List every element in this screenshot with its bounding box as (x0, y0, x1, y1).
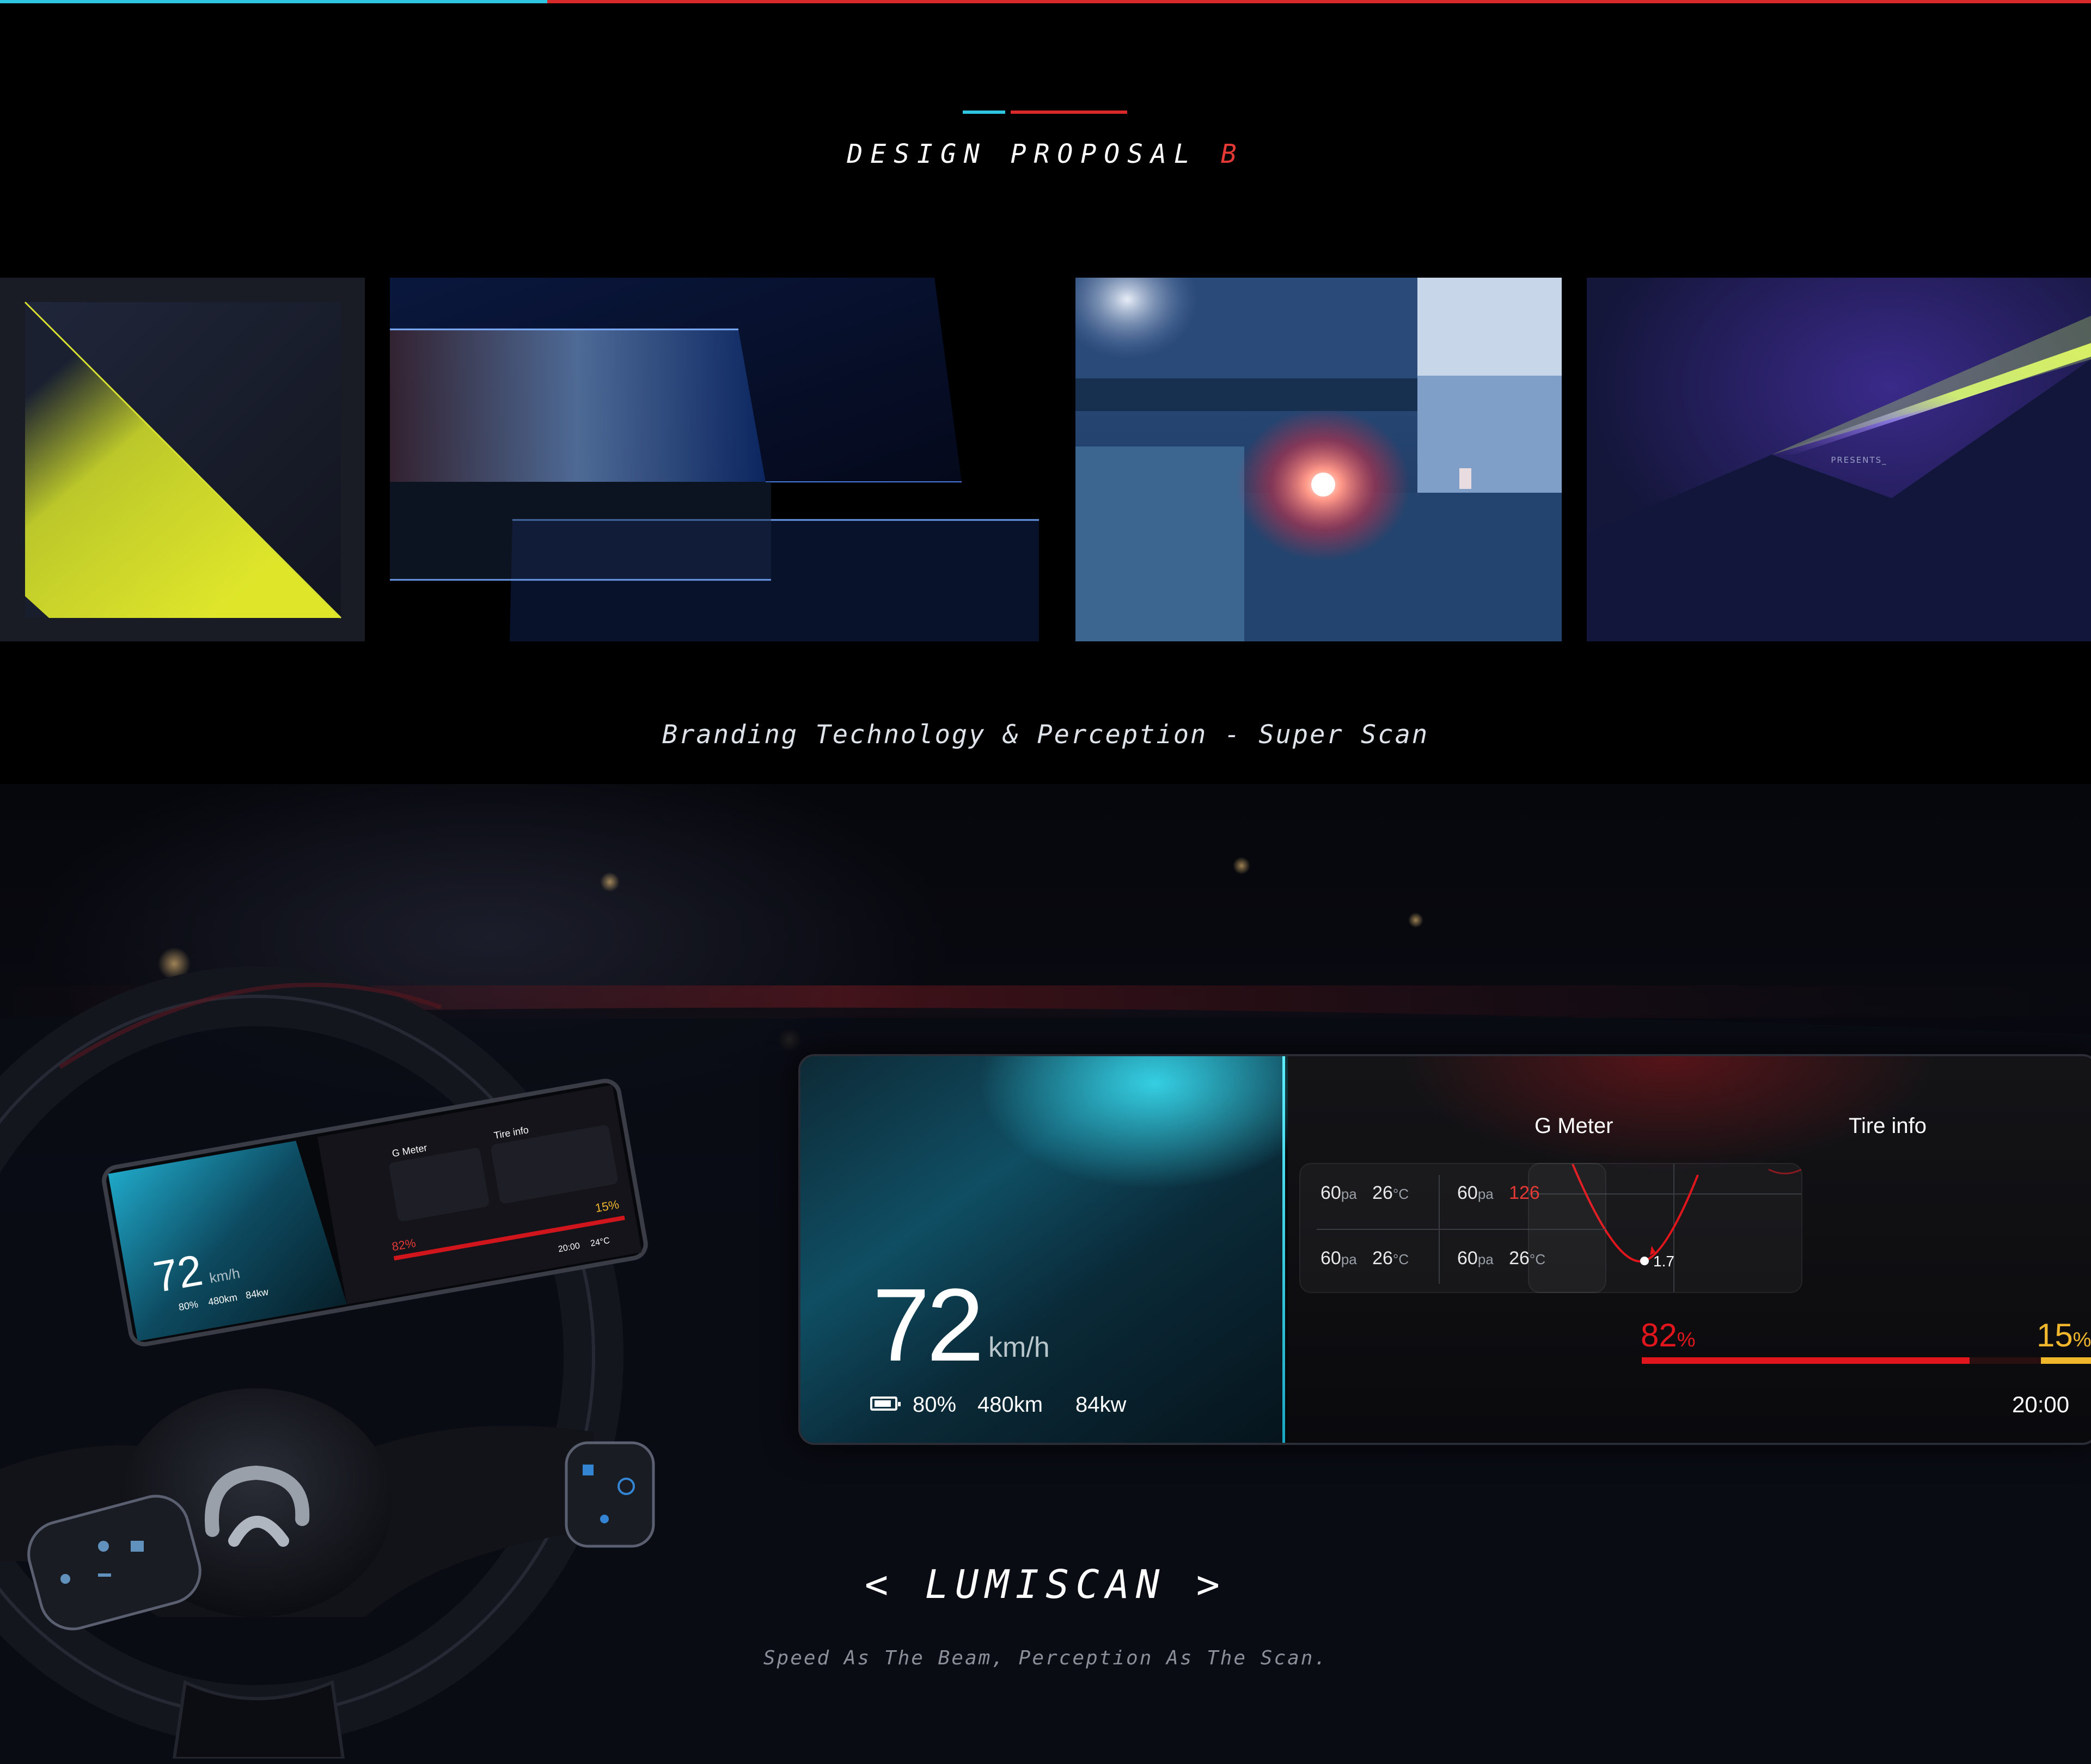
page-title-text: DESIGN PROPOSAL (847, 139, 1197, 169)
glass-panels-artwork (390, 278, 1039, 641)
tire-fl: 60pa 26°C (1320, 1183, 1409, 1204)
battery-percent: 80% (913, 1393, 957, 1417)
range-value: 480km (977, 1393, 1043, 1417)
tire-rr-temp: 26 (1509, 1248, 1530, 1269)
clock: 20:00 (2012, 1392, 2070, 1417)
page-title: DESIGN PROPOSAL B (0, 139, 2091, 169)
tire-rr-pressure: 60 (1457, 1248, 1478, 1269)
level-right-unit: % (2072, 1328, 2091, 1351)
level-left-unit: % (1677, 1328, 1696, 1351)
level-left-label: 82% (1641, 1316, 1696, 1354)
speed-unit: km/h (988, 1332, 1050, 1363)
g-meter-value: 1.7 (1653, 1253, 1674, 1270)
tire-fr-temp: 126 (1509, 1183, 1540, 1203)
product-name: < LUMISCAN > (864, 1561, 1227, 1607)
tire-rl: 60pa 26°C (1320, 1248, 1409, 1269)
level-right-value: 15 (2037, 1317, 2073, 1353)
tire-fr-pressure-unit: pa (1477, 1186, 1494, 1202)
top-bar-red (547, 0, 2091, 3)
gallery-tile-yellow-triangle (0, 278, 365, 641)
speed-pane (800, 1056, 1345, 1443)
level-left-value: 82 (1641, 1317, 1677, 1353)
tire-fr-pressure: 60 (1457, 1183, 1478, 1203)
tire-rl-pressure-unit: pa (1341, 1251, 1357, 1267)
gallery-tile-blue-room (1075, 278, 1562, 641)
tire-rl-temp: 26 (1372, 1248, 1393, 1269)
title-accent-cyan (963, 111, 1005, 114)
tire-info-title: Tire info (1849, 1114, 1927, 1138)
gallery-tile-presents: PRESENTS_ (1587, 278, 2091, 641)
top-bar-cyan (0, 0, 547, 3)
level-right-label: 15% (2037, 1316, 2091, 1354)
tire-rl-pressure: 60 (1320, 1248, 1341, 1269)
tire-fr: 60pa 126 (1457, 1183, 1540, 1204)
tire-fl-temp-unit: °C (1392, 1186, 1409, 1202)
right-controls-pad[interactable] (565, 1441, 655, 1548)
tire-fl-pressure: 60 (1320, 1183, 1341, 1203)
level-left-bar (1642, 1357, 1970, 1364)
tire-rl-temp-unit: °C (1392, 1251, 1409, 1267)
g-meter-title: G Meter (1534, 1114, 1613, 1138)
tire-rr: 60pa 26°C (1457, 1248, 1545, 1269)
purple-beam-artwork: PRESENTS_ (1587, 278, 2091, 641)
level-right-bar (2041, 1357, 2091, 1364)
battery-icon (870, 1396, 901, 1411)
gallery-caption: Branding Technology & Perception - Super… (662, 720, 1429, 750)
presents-text: PRESENTS_ (1831, 455, 1887, 465)
mini-speed: 72 (150, 1246, 206, 1302)
power-value: 84kw (1075, 1393, 1127, 1417)
page-title-accent: B (1220, 139, 1244, 169)
tire-rr-pressure-unit: pa (1477, 1251, 1494, 1267)
tire-fl-temp: 26 (1372, 1183, 1393, 1203)
blue-room-artwork (1075, 278, 1562, 641)
yellow-triangle-artwork (0, 278, 365, 641)
speed-value: 72 (872, 1267, 984, 1383)
title-accent-red (1011, 111, 1127, 114)
gallery-tile-glass-panels (390, 278, 1039, 641)
tire-rr-temp-unit: °C (1529, 1251, 1546, 1267)
steering-wheel: 72 km/h 80% 480km 84kw G Meter Tire info… (0, 966, 655, 1759)
tire-fl-pressure-unit: pa (1341, 1186, 1357, 1202)
product-tagline: Speed As The Beam, Perception As The Sca… (763, 1647, 1328, 1669)
